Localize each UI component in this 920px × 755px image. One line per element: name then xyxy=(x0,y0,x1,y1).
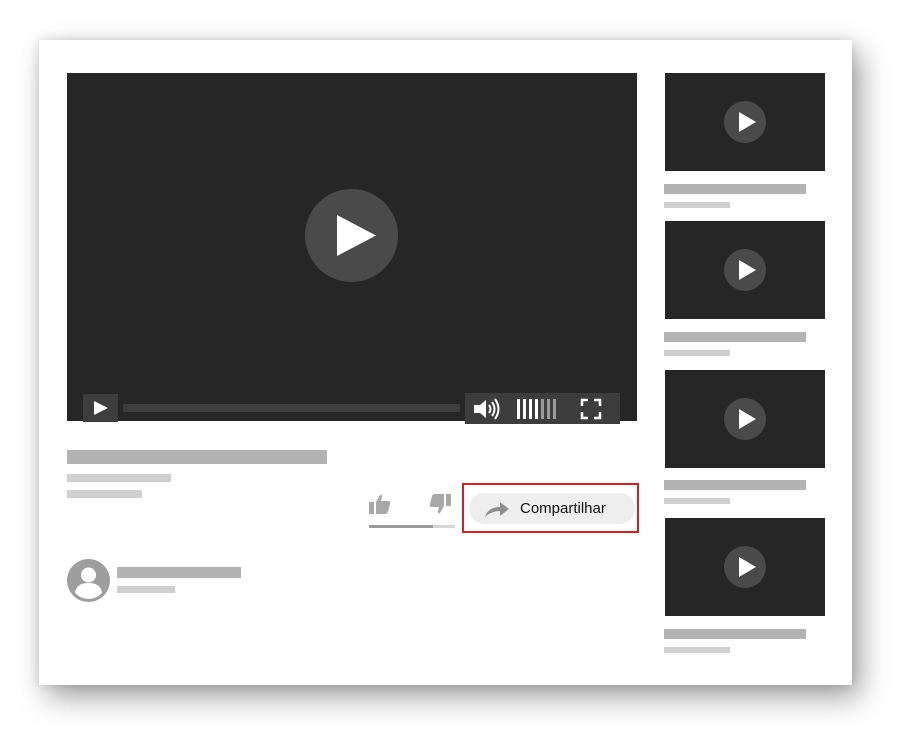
thumbnail-play-button xyxy=(724,546,766,588)
control-bar-right xyxy=(465,393,620,424)
thumbnail-play-button xyxy=(724,249,766,291)
video-title-placeholder xyxy=(67,450,327,464)
recommended-video-title-placeholder[interactable] xyxy=(664,629,806,639)
recommended-video-meta-placeholder xyxy=(664,202,730,208)
play-icon xyxy=(337,215,376,256)
video-player[interactable] xyxy=(67,73,637,424)
recommended-video-title-placeholder[interactable] xyxy=(664,184,806,194)
recommended-video-meta-placeholder xyxy=(664,647,730,653)
recommended-video-thumbnail[interactable] xyxy=(665,518,825,616)
subscriber-count-placeholder xyxy=(117,586,175,593)
recommended-video-title-placeholder[interactable] xyxy=(664,332,806,342)
recommended-video-title-placeholder[interactable] xyxy=(664,480,806,490)
thumbs-down-icon[interactable] xyxy=(428,493,452,515)
recommended-video-meta-placeholder xyxy=(664,350,730,356)
share-arrow-icon xyxy=(485,502,509,517)
thumbnail-play-button xyxy=(724,398,766,440)
user-avatar-icon[interactable] xyxy=(67,559,110,602)
progress-bar[interactable] xyxy=(123,404,460,412)
thumbnail-play-button xyxy=(724,101,766,143)
video-views-placeholder xyxy=(67,490,142,498)
big-play-button[interactable] xyxy=(305,189,398,282)
recommended-video-meta-placeholder xyxy=(664,498,730,504)
volume-icon[interactable] xyxy=(471,397,503,421)
rating-bar-likes xyxy=(369,525,433,528)
page-card: Compartilhar xyxy=(39,40,852,685)
share-button-label: Compartilhar xyxy=(520,500,606,517)
rating-bar xyxy=(369,525,455,528)
share-button[interactable]: Compartilhar xyxy=(469,493,635,524)
thumbs-up-icon[interactable] xyxy=(368,493,392,515)
play-icon xyxy=(739,112,756,132)
play-icon xyxy=(94,401,108,415)
fullscreen-icon[interactable] xyxy=(580,398,602,420)
play-icon xyxy=(739,557,756,577)
recommended-video-thumbnail[interactable] xyxy=(665,221,825,319)
volume-level-icon[interactable] xyxy=(516,399,562,419)
recommended-video-thumbnail[interactable] xyxy=(665,73,825,171)
play-icon xyxy=(739,409,756,429)
play-icon xyxy=(739,260,756,280)
video-meta-placeholder xyxy=(67,474,171,482)
recommended-video-thumbnail[interactable] xyxy=(665,370,825,468)
channel-name-placeholder[interactable] xyxy=(117,567,241,578)
control-play-button[interactable] xyxy=(83,394,118,422)
